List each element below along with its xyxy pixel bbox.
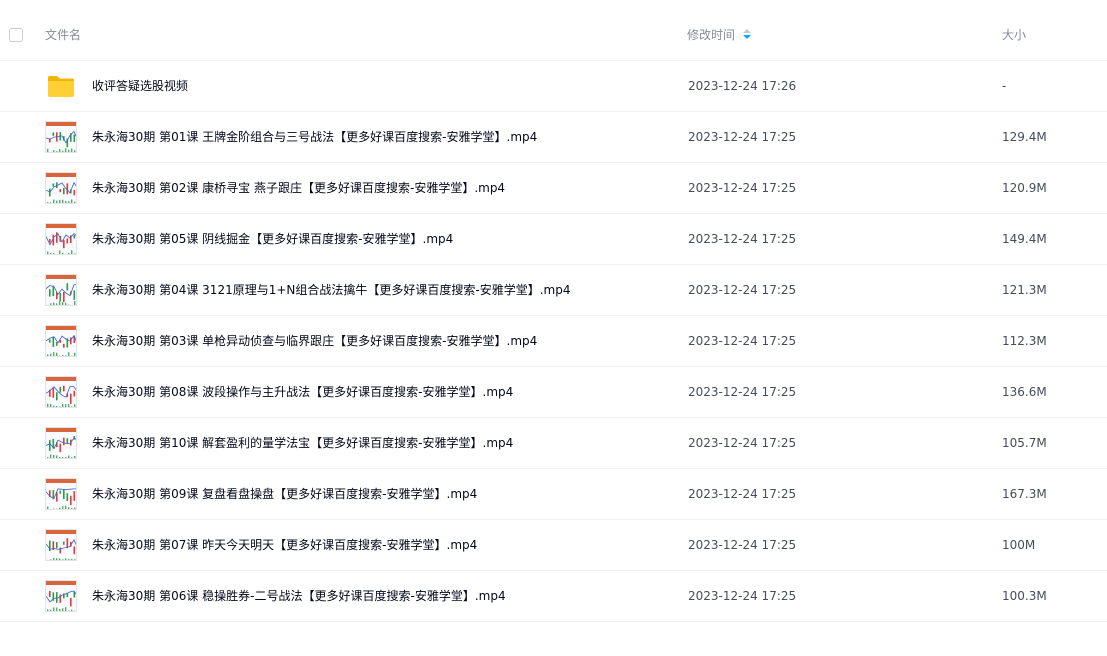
file-modified-time: 2023-12-24 17:25 <box>688 589 797 603</box>
file-size: 129.4M <box>1002 130 1047 144</box>
file-list-table: 文件名 修改时间 大小 收评答疑选股视频 2023-12-24 17:26 - 朱永海… <box>0 10 1107 622</box>
file-rows: 收评答疑选股视频 2023-12-24 17:26 - 朱永海30期 第01课 王牌金… <box>0 61 1107 622</box>
column-header-modified-time-label: 修改时间 <box>687 28 736 42</box>
column-header-modified-time[interactable]: 修改时间 <box>687 27 752 43</box>
video-file-icon[interactable] <box>45 121 77 153</box>
file-size: 105.7M <box>1002 436 1047 450</box>
file-modified-time: 2023-12-24 17:25 <box>688 334 797 348</box>
file-name[interactable]: 朱永海30期 第05课 阴线掘金【更多好课百度搜索-安雅学堂】.mp4 <box>92 231 453 247</box>
file-size: 167.3M <box>1002 487 1047 501</box>
file-size: 100M <box>1002 538 1036 552</box>
file-modified-time: 2023-12-24 17:25 <box>688 181 797 195</box>
file-modified-time: 2023-12-24 17:25 <box>688 436 797 450</box>
video-file-icon[interactable] <box>45 274 77 306</box>
column-header-name[interactable]: 文件名 <box>45 27 81 43</box>
video-thumbnail-image <box>45 325 77 357</box>
file-size: - <box>1002 79 1007 93</box>
table-row[interactable]: 朱永海30期 第05课 阴线掘金【更多好课百度搜索-安雅学堂】.mp4 2023-… <box>0 214 1107 265</box>
table-row[interactable]: 朱永海30期 第03课 单枪异动侦查与临界跟庄【更多好课百度搜索-安雅学堂】.m… <box>0 316 1107 367</box>
video-file-icon[interactable] <box>45 376 77 408</box>
select-all-checkbox[interactable] <box>9 28 23 42</box>
file-name[interactable]: 朱永海30期 第01课 王牌金阶组合与三号战法【更多好课百度搜索-安雅学堂】.m… <box>92 129 537 145</box>
file-name[interactable]: 朱永海30期 第08课 波段操作与主升战法【更多好课百度搜索-安雅学堂】.mp4 <box>92 384 513 400</box>
sort-desc-icon[interactable] <box>743 28 752 41</box>
file-size: 149.4M <box>1002 232 1047 246</box>
video-file-icon[interactable] <box>45 223 77 255</box>
file-name[interactable]: 朱永海30期 第02课 康桥寻宝 燕子跟庄【更多好课百度搜索-安雅学堂】.mp4 <box>92 180 505 196</box>
video-file-icon[interactable] <box>45 478 77 510</box>
video-thumbnail-image <box>45 529 77 561</box>
file-size: 121.3M <box>1002 283 1047 297</box>
file-modified-time: 2023-12-24 17:25 <box>688 130 797 144</box>
file-size: 136.6M <box>1002 385 1047 399</box>
video-thumbnail-image <box>45 223 77 255</box>
table-row[interactable]: 朱永海30期 第06课 稳操胜券-二号战法【更多好课百度搜索-安雅学堂】.mp4… <box>0 571 1107 622</box>
table-row[interactable]: 朱永海30期 第04课 3121原理与1+N组合战法擒牛【更多好课百度搜索-安雅… <box>0 265 1107 316</box>
table-row[interactable]: 收评答疑选股视频 2023-12-24 17:26 - <box>0 61 1107 112</box>
table-row[interactable]: 朱永海30期 第01课 王牌金阶组合与三号战法【更多好课百度搜索-安雅学堂】.m… <box>0 112 1107 163</box>
table-header: 文件名 修改时间 大小 <box>0 10 1107 61</box>
video-thumbnail-image <box>45 121 77 153</box>
file-modified-time: 2023-12-24 17:25 <box>688 232 797 246</box>
video-file-icon[interactable] <box>45 529 77 561</box>
file-name[interactable]: 朱永海30期 第10课 解套盈利的量学法宝【更多好课百度搜索-安雅学堂】.mp4 <box>92 435 513 451</box>
file-modified-time: 2023-12-24 17:26 <box>688 79 797 93</box>
file-modified-time: 2023-12-24 17:25 <box>688 538 797 552</box>
video-thumbnail-image <box>45 580 77 612</box>
video-thumbnail-image <box>45 478 77 510</box>
video-thumbnail-image <box>45 274 77 306</box>
file-name[interactable]: 朱永海30期 第04课 3121原理与1+N组合战法擒牛【更多好课百度搜索-安雅… <box>92 282 570 298</box>
file-modified-time: 2023-12-24 17:25 <box>688 385 797 399</box>
file-size: 120.9M <box>1002 181 1047 195</box>
table-row[interactable]: 朱永海30期 第10课 解套盈利的量学法宝【更多好课百度搜索-安雅学堂】.mp4… <box>0 418 1107 469</box>
table-row[interactable]: 朱永海30期 第08课 波段操作与主升战法【更多好课百度搜索-安雅学堂】.mp4… <box>0 367 1107 418</box>
video-thumbnail-image <box>45 376 77 408</box>
file-modified-time: 2023-12-24 17:25 <box>688 487 797 501</box>
video-thumbnail-image <box>45 427 77 459</box>
video-file-icon[interactable] <box>45 325 77 357</box>
table-row[interactable]: 朱永海30期 第02课 康桥寻宝 燕子跟庄【更多好课百度搜索-安雅学堂】.mp4… <box>0 163 1107 214</box>
file-size: 100.3M <box>1002 589 1047 603</box>
folder-icon[interactable] <box>45 70 77 102</box>
video-file-icon[interactable] <box>45 580 77 612</box>
file-name[interactable]: 朱永海30期 第06课 稳操胜券-二号战法【更多好课百度搜索-安雅学堂】.mp4 <box>92 588 506 604</box>
table-row[interactable]: 朱永海30期 第07课 昨天今天明天【更多好课百度搜索-安雅学堂】.mp4 202… <box>0 520 1107 571</box>
video-file-icon[interactable] <box>45 172 77 204</box>
file-name[interactable]: 收评答疑选股视频 <box>92 78 188 94</box>
table-row[interactable]: 朱永海30期 第09课 复盘看盘操盘【更多好课百度搜索-安雅学堂】.mp4 202… <box>0 469 1107 520</box>
column-header-size[interactable]: 大小 <box>1002 27 1026 43</box>
video-file-icon[interactable] <box>45 427 77 459</box>
file-name[interactable]: 朱永海30期 第03课 单枪异动侦查与临界跟庄【更多好课百度搜索-安雅学堂】.m… <box>92 333 537 349</box>
video-thumbnail-image <box>45 172 77 204</box>
file-name[interactable]: 朱永海30期 第09课 复盘看盘操盘【更多好课百度搜索-安雅学堂】.mp4 <box>92 486 477 502</box>
file-size: 112.3M <box>1002 334 1047 348</box>
file-name[interactable]: 朱永海30期 第07课 昨天今天明天【更多好课百度搜索-安雅学堂】.mp4 <box>92 537 477 553</box>
file-modified-time: 2023-12-24 17:25 <box>688 283 797 297</box>
